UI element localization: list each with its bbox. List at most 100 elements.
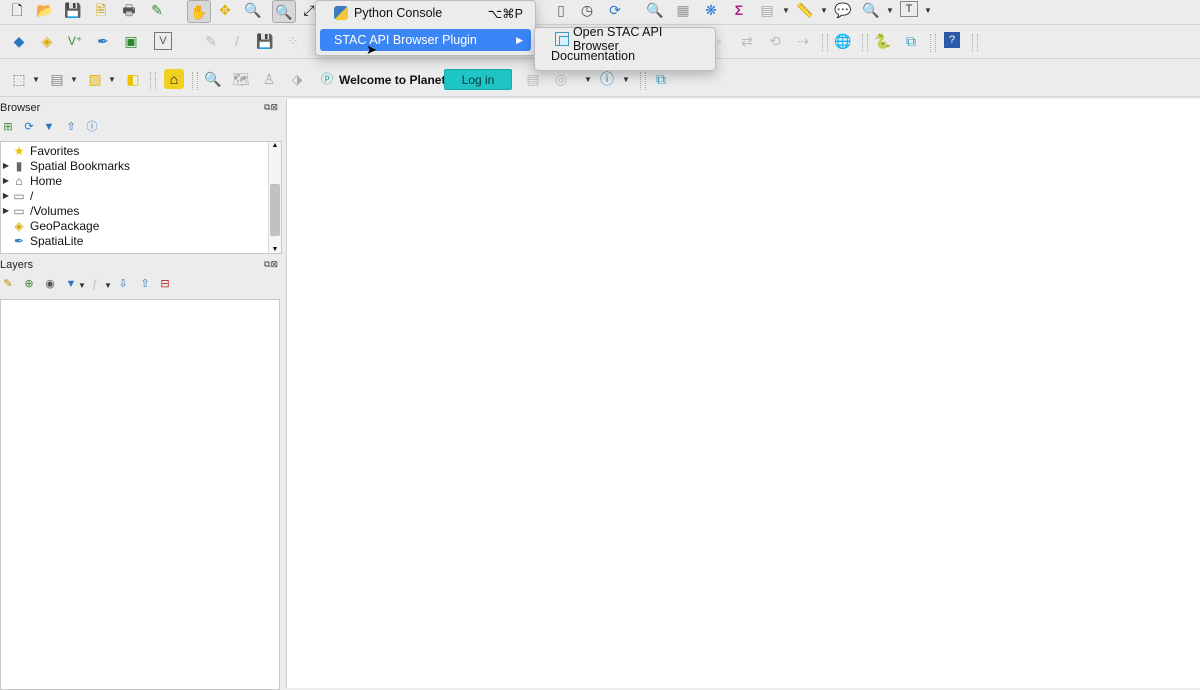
toolbar-grip[interactable]	[822, 34, 828, 52]
zoom-out-icon[interactable]: 🔍	[272, 0, 296, 23]
zoom-in-icon[interactable]: 🔍	[244, 1, 262, 19]
toolbar-grip[interactable]	[972, 34, 978, 52]
chevron-down-icon[interactable]: ▼	[820, 6, 828, 15]
new-project-icon[interactable]: 🗋	[8, 1, 26, 19]
map-canvas[interactable]	[286, 99, 1200, 688]
layers-tree[interactable]	[0, 299, 280, 690]
filter-expression-icon[interactable]: ƒ	[88, 277, 102, 291]
basemaps-icon[interactable]: 🗺	[232, 70, 250, 88]
add-group-icon[interactable]: ⊕	[22, 277, 36, 291]
browser-tree[interactable]: ★ Favorites ▶ ▮ Spatial Bookmarks ▶ ⌂ Ho…	[0, 141, 282, 254]
panel-float-close-icon[interactable]: ⧉⊠	[264, 259, 278, 270]
collapse-all-icon[interactable]: ⇧	[138, 277, 152, 291]
scroll-down-icon[interactable]: ▼	[269, 246, 281, 253]
pan-to-selection-icon[interactable]: ✥	[216, 1, 234, 19]
planet-explorer-icon[interactable]: ⌂	[164, 69, 184, 89]
help-icon[interactable]: ?	[944, 32, 960, 48]
panel-float-close-icon[interactable]: ⧉⊠	[264, 102, 278, 113]
info-icon[interactable]: ⓘ	[598, 70, 616, 88]
properties-info-icon[interactable]: ⓘ	[85, 120, 99, 134]
chevron-down-icon[interactable]: ▼	[78, 281, 86, 290]
tree-item-home[interactable]: ▶ ⌂ Home	[1, 173, 62, 188]
python-icon[interactable]: 🐍	[874, 32, 892, 50]
select-features-icon[interactable]: ⬚	[10, 70, 28, 88]
tree-item-spatial-bookmarks[interactable]: ▶ ▮ Spatial Bookmarks	[1, 158, 130, 173]
visibility-eye-icon[interactable]: ◉	[43, 277, 57, 291]
new-virtual-layer-icon[interactable]: ▣	[122, 32, 140, 50]
scroll-up-icon[interactable]: ▲	[269, 142, 281, 149]
toolbar-grip[interactable]	[150, 72, 156, 90]
user-menu-icon[interactable]: ▤	[524, 70, 542, 88]
add-selected-layers-icon[interactable]: ⊞	[1, 120, 15, 134]
text-annotation-icon[interactable]: T	[900, 1, 918, 17]
chevron-down-icon[interactable]: ▼	[108, 75, 116, 84]
bookmark-tool-icon[interactable]: ▯	[552, 1, 570, 19]
tree-item-favorites[interactable]: ★ Favorites	[1, 143, 80, 158]
new-spatialite-icon[interactable]: ✒	[94, 32, 112, 50]
edit-pencil-icon[interactable]: ✎	[202, 32, 220, 50]
expand-all-icon[interactable]: ⇩	[116, 277, 130, 291]
temporal-controller-icon[interactable]: ◷	[578, 1, 596, 19]
menu-item-python-console[interactable]: Python Console ⌥⌘P	[320, 2, 531, 24]
print-layout-icon[interactable]: 🖶	[120, 1, 138, 19]
settings-gear-icon[interactable]: ❋	[702, 1, 720, 19]
chevron-down-icon[interactable]: ▼	[622, 75, 630, 84]
search-identify-icon[interactable]: 🔍	[862, 1, 880, 19]
map-tips-icon[interactable]: 💬	[834, 1, 852, 19]
refresh-icon[interactable]: ⟳	[606, 1, 624, 19]
save-as-icon[interactable]: 🗎	[92, 1, 110, 19]
globe-plugin-icon[interactable]: 🌐	[834, 32, 852, 50]
menu-item-open-stac-browser[interactable]: Open STAC API Browser	[539, 25, 711, 53]
toolbar-grip[interactable]	[192, 72, 198, 90]
menu-item-documentation[interactable]: Documentation	[539, 48, 711, 64]
move-label-icon[interactable]: ⇄	[738, 32, 756, 50]
expand-arrow-icon[interactable]: ▶	[1, 161, 11, 170]
chevron-down-icon[interactable]: ▼	[924, 6, 932, 15]
attribute-table-icon[interactable]: ▦	[674, 1, 692, 19]
tree-item-volumes[interactable]: ▶ ▭ /Volumes	[1, 203, 79, 218]
scrollbar-thumb[interactable]	[270, 184, 280, 236]
digitize-icon[interactable]: ⁘	[284, 32, 302, 50]
save-edits-icon[interactable]: 💾	[256, 32, 274, 50]
statistics-sigma-icon[interactable]: Σ	[730, 1, 748, 19]
toolbar-grip[interactable]	[862, 34, 868, 52]
collapse-all-icon[interactable]: ⇧	[64, 120, 78, 134]
toggle-editing-icon[interactable]: /	[228, 32, 246, 50]
tree-item-root[interactable]: ▶ ▭ /	[1, 188, 33, 203]
expand-arrow-icon[interactable]: ▶	[1, 191, 11, 200]
select-by-value-icon[interactable]: ▤	[48, 70, 66, 88]
filter-icon[interactable]: ▼	[42, 120, 56, 134]
change-label-icon[interactable]: ⇢	[794, 32, 812, 50]
filter-icon[interactable]: ▼	[64, 277, 78, 291]
search-icon[interactable]: 🔍	[204, 70, 222, 88]
menu-item-stac-plugin[interactable]: STAC API Browser Plugin ▶	[320, 29, 531, 51]
measure-icon[interactable]: 📏	[796, 1, 814, 19]
expand-arrow-icon[interactable]: ▶	[1, 176, 11, 185]
refresh-icon[interactable]: ⟳	[22, 120, 36, 134]
chevron-down-icon[interactable]: ▼	[584, 75, 592, 84]
add-vector-layer-icon[interactable]: V	[154, 32, 172, 50]
deselect-icon[interactable]: ▨	[86, 70, 104, 88]
chevron-down-icon[interactable]: ▼	[886, 6, 894, 15]
identify-icon[interactable]: 🔍	[646, 1, 664, 19]
open-project-icon[interactable]: 📂	[36, 1, 54, 19]
tree-item-spatialite[interactable]: ✒ SpatiaLite	[1, 233, 83, 248]
expand-arrow-icon[interactable]: ▶	[1, 206, 11, 215]
chevron-down-icon[interactable]: ▼	[782, 6, 790, 15]
new-geopackage-icon[interactable]: ◈	[38, 32, 56, 50]
browser-scrollbar[interactable]: ▲ ▼	[268, 142, 281, 253]
stac-plugin-icon[interactable]: ⧉	[902, 32, 920, 50]
tree-item-geopackage[interactable]: ◈ GeoPackage	[1, 218, 99, 233]
data-source-manager-icon[interactable]: ◆	[10, 32, 28, 50]
rotate-label-icon[interactable]: ⟲	[766, 32, 784, 50]
chevron-down-icon[interactable]: ▼	[104, 281, 112, 290]
chevron-down-icon[interactable]: ▼	[70, 75, 78, 84]
remove-layer-icon[interactable]: ⊟	[158, 277, 172, 291]
pan-map-icon[interactable]: ✋	[187, 0, 211, 23]
chevron-down-icon[interactable]: ▼	[32, 75, 40, 84]
planet-login-button[interactable]: Log in	[444, 69, 512, 90]
field-calculator-icon[interactable]: ▤	[758, 1, 776, 19]
toolbar-grip[interactable]	[640, 72, 646, 90]
orders-icon[interactable]: ♙	[260, 70, 278, 88]
stac-plugin-icon[interactable]: ⧉	[652, 70, 670, 88]
